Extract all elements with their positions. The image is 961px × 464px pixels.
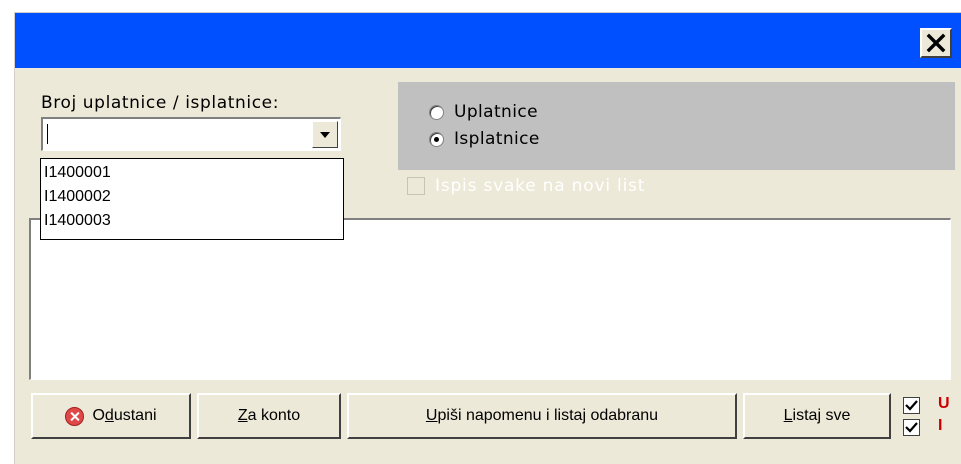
button-label: Za konto [238,407,300,425]
za-konto-button[interactable]: Za konto [197,393,341,439]
button-label: Listaj sve [784,407,851,425]
radio-isplatnice[interactable]: Isplatnice [429,129,540,149]
broj-combobox[interactable] [41,117,341,151]
chevron-down-icon [320,131,330,138]
checkbox-label: Ispis svake na novi list [435,176,646,196]
mnemonic-letter: L [783,407,793,424]
radio-label: Uplatnice [454,102,538,122]
label-part: piši napomenu i listaj odabranu [437,407,659,424]
mnemonic-letter: d [104,407,114,424]
dropdown-option[interactable]: I1400001 [44,161,343,185]
broj-dropdown-list: I1400001 I1400002 I1400003 [40,158,344,240]
radio-uplatnice[interactable]: Uplatnice [429,102,538,122]
checkbox-i[interactable] [903,419,920,436]
label-part: O [92,407,105,424]
close-icon [926,33,946,53]
label-part: a konto [247,407,301,424]
checkbox-novi-list[interactable]: Ispis svake na novi list [407,176,645,196]
checkmark-icon [905,400,918,411]
upisi-napomenu-button[interactable]: Upiši napomenu i listaj odabranu [347,393,737,439]
combo-dropdown-button[interactable] [312,121,338,148]
radio-label: Isplatnice [454,129,540,149]
dropdown-option[interactable]: I1400002 [44,185,343,209]
radio-button[interactable] [429,131,444,147]
broj-label: Broj uplatnice / isplatnice: [41,93,280,113]
cancel-icon [65,406,85,426]
mnemonic-letter: Z [237,407,248,424]
dropdown-option[interactable]: I1400003 [44,209,343,233]
label-part: istaj sve [792,407,851,424]
indicator-letter-u: U [938,395,950,412]
dialog-window: Broj uplatnice / isplatnice: I1400001 I1… [14,12,961,464]
mnemonic-letter: U [425,407,438,424]
button-label: Odustani [92,407,156,425]
odustani-button[interactable]: Odustani [31,393,191,439]
text-caret [47,124,48,144]
napomena-textarea[interactable] [29,218,951,380]
title-bar [15,13,961,68]
checkbox-box[interactable] [407,177,425,195]
label-part: ustani [113,407,157,424]
close-button[interactable] [920,28,952,58]
listaj-sve-button[interactable]: Listaj sve [743,393,891,439]
checkbox-u[interactable] [903,397,920,414]
radio-panel: Uplatnice Isplatnice [398,82,955,170]
indicator-letter-i: I [938,417,943,434]
button-label: Upiši napomenu i listaj odabranu [426,407,658,425]
checkmark-icon [905,422,918,433]
radio-button[interactable] [429,104,444,120]
